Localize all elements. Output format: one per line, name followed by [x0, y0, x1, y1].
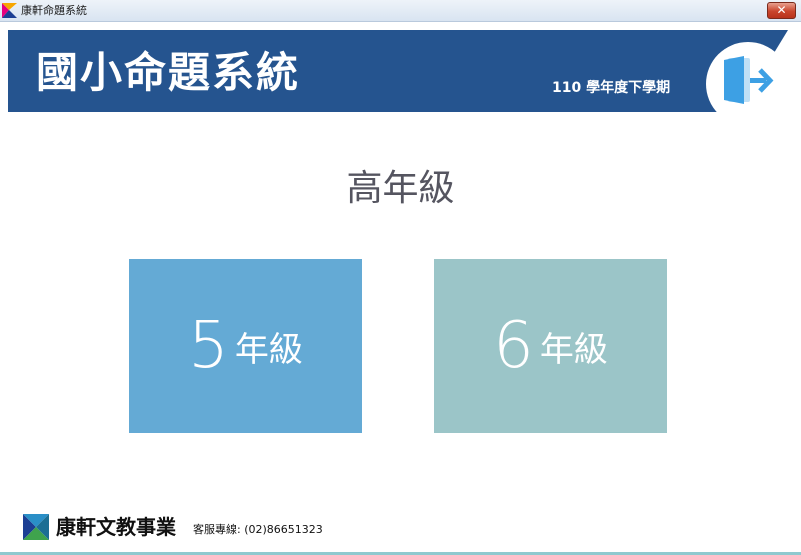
company-logo-icon [23, 514, 49, 540]
app-logo-icon [2, 3, 17, 18]
window-titlebar: 康軒命題系統 ✕ [0, 0, 801, 22]
page-title: 國小命題系統 [36, 48, 301, 97]
window-title: 康軒命題系統 [21, 4, 87, 17]
grade-5-button[interactable]: 5 年級 [129, 259, 362, 433]
grade-unit: 年級 [234, 330, 303, 370]
section-title: 高年級 [346, 168, 455, 209]
company-name: 康軒文教事業 [56, 515, 176, 539]
grade-number: 6 [493, 309, 534, 383]
school-term-label: 110 學年度下學期 [552, 80, 671, 96]
grade-number: 5 [188, 309, 229, 383]
grade-6-button[interactable]: 6 年級 [434, 259, 667, 433]
grade-unit: 年級 [539, 330, 608, 370]
exit-door-icon[interactable] [722, 54, 778, 106]
window-close-button[interactable]: ✕ [767, 2, 796, 19]
service-hotline: 客服專線: (02)86651323 [193, 523, 323, 536]
